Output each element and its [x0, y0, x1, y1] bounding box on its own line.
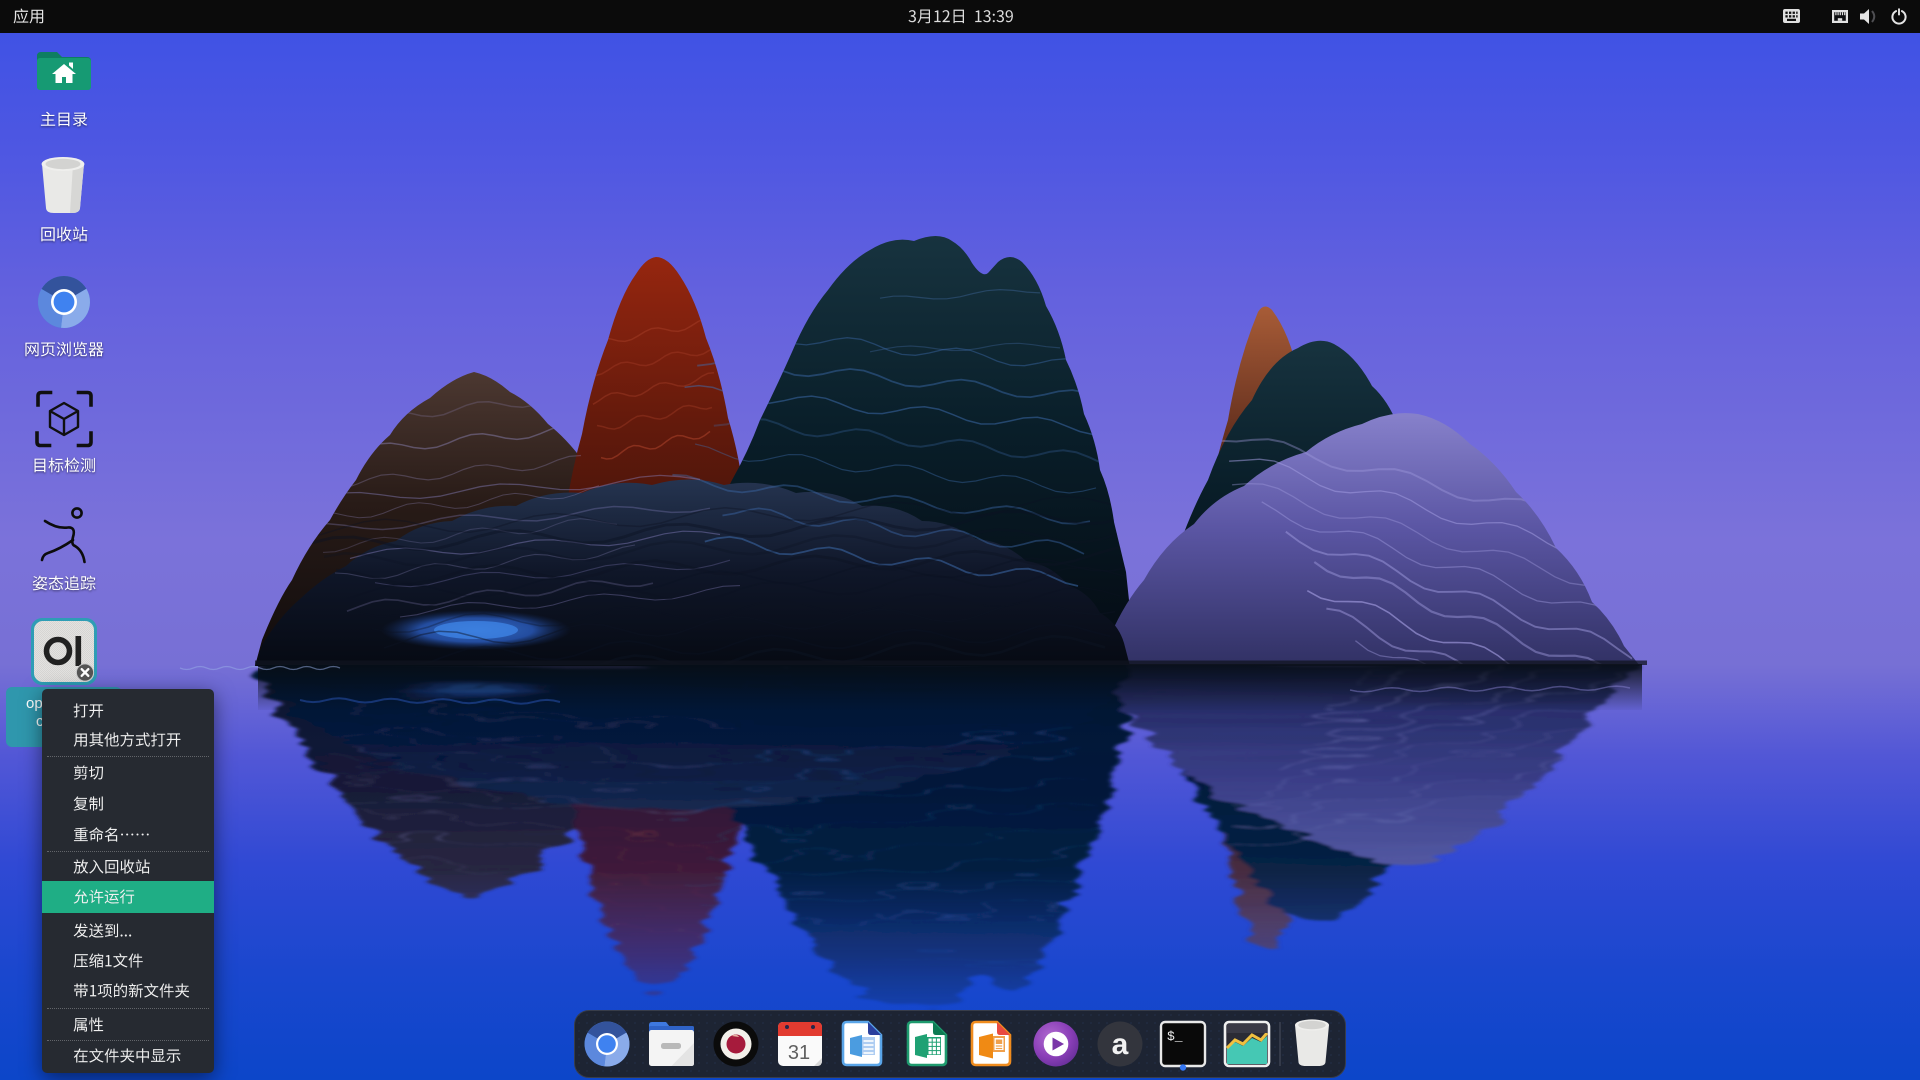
svg-text:$_: $_: [1167, 1029, 1183, 1044]
svg-text:31: 31: [788, 1042, 810, 1064]
svg-text:a: a: [1112, 1028, 1129, 1061]
